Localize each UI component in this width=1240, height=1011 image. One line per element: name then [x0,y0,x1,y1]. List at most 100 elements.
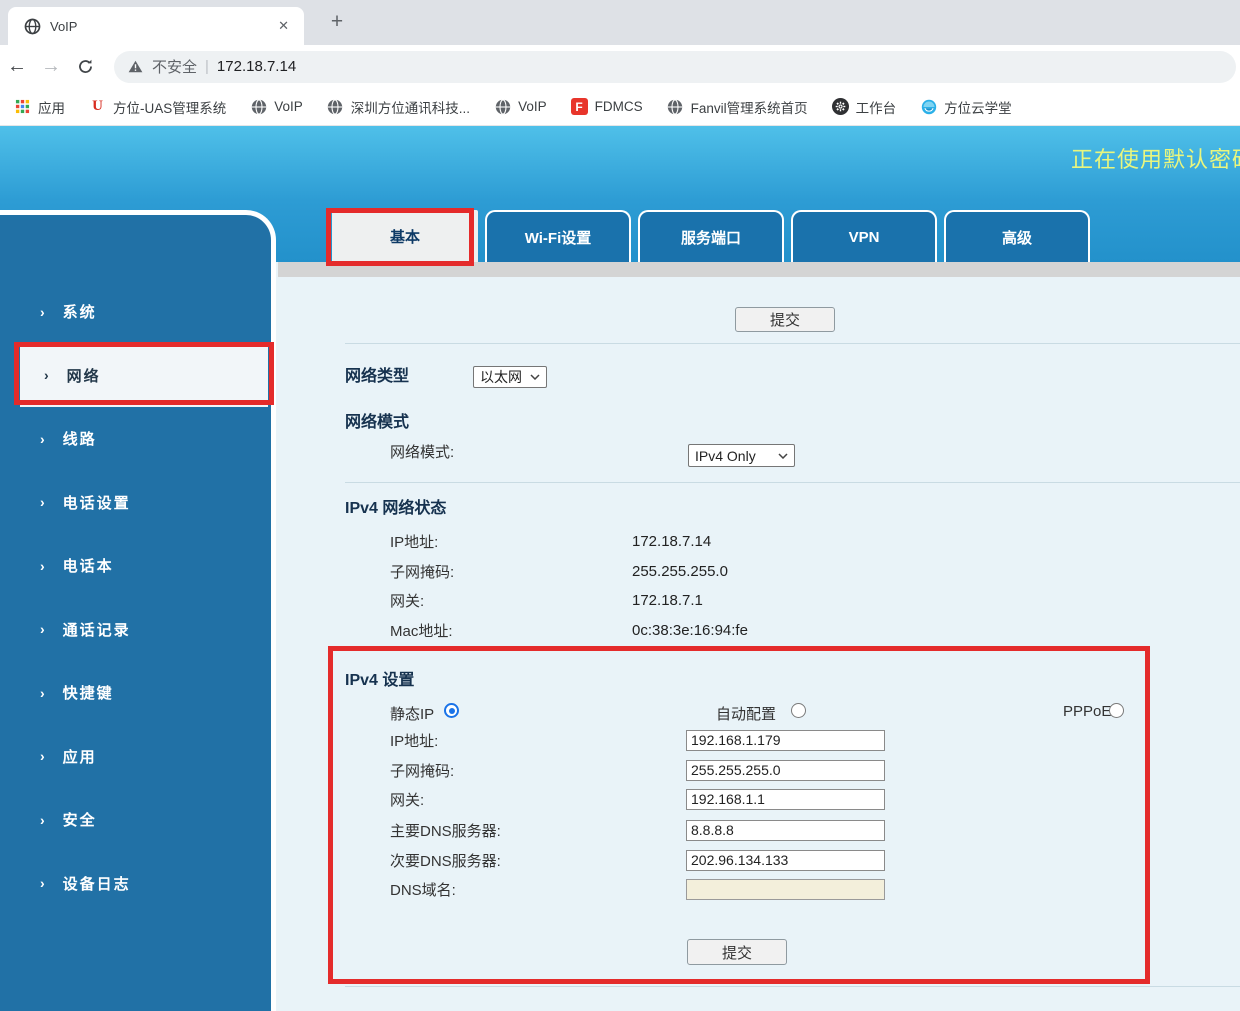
bookmark-label: 工作台 [856,97,897,117]
network-mode-value: IPv4 Only [695,448,756,464]
sidebar-item-label: 应用 [63,746,97,767]
network-type-select[interactable]: 以太网 [473,366,547,388]
sidebar-item-security[interactable]: › 安全 [0,788,271,852]
tab-vpn[interactable]: VPN [791,210,937,262]
pppoe-radio[interactable] [1109,703,1124,718]
status-row: IP地址: 172.18.7.14 [390,530,711,552]
sidebar-item-label: 系统 [63,301,97,322]
divider [345,343,1240,344]
bookmark-uas[interactable]: U 方位-UAS管理系统 [89,97,226,117]
dns-domain-field-label: DNS域名: [390,879,686,900]
tab-close-icon[interactable]: ✕ [273,16,294,36]
sidebar-item-function-key[interactable]: › 快捷键 [0,661,271,725]
bookmark-voip-2[interactable]: VoIP [494,98,547,115]
browser-tab[interactable]: VoIP ✕ [8,7,304,45]
tab-basic[interactable]: 基本 [332,210,478,262]
globe-icon [494,98,511,115]
dhcp-label: 自动配置 [716,703,776,724]
globe-favicon-icon [24,18,41,35]
sidebar-item-application[interactable]: › 应用 [0,725,271,789]
pppoe-label: PPPoE [1063,703,1111,720]
submit-bottom-button[interactable]: 提交 [687,939,787,965]
gateway-input[interactable] [686,789,885,810]
status-row: 子网掩码: 255.255.255.0 [390,560,728,582]
bookmark-apps[interactable]: 应用 [14,97,65,117]
secondary-dns-field-label: 次要DNS服务器: [390,850,686,871]
chevron-right-icon: › [40,494,47,510]
bookmark-label: FDMCS [595,99,643,114]
ip-address-value: 172.18.7.14 [632,533,711,550]
network-type-value: 以太网 [480,367,522,387]
subnet-mask-input[interactable] [686,760,885,781]
address-bar[interactable]: 不安全 | 172.18.7.14 [114,51,1236,83]
network-mode-label: 网络模式: [390,441,632,462]
tab-advanced[interactable]: 高级 [944,210,1090,262]
settings-tabs: 基本 Wi-Fi设置 服务端口 VPN 高级 [332,210,1090,262]
sidebar-item-label: 安全 [63,809,97,830]
sidebar-item-network[interactable]: › 网络 [20,344,268,408]
gateway-label: 网关: [390,590,632,611]
tab-wifi-settings[interactable]: Wi-Fi设置 [485,210,631,262]
u-icon: U [89,98,106,115]
primary-dns-input[interactable] [686,820,885,841]
sidebar: › 系统 › 网络 › 线路 › 电话设置 › 电话本 › 通话记录 › 快捷键… [0,210,276,1011]
subnet-mask-value: 255.255.255.0 [632,563,728,580]
bookmark-cloud-school[interactable]: 方位云学堂 [920,97,1012,117]
sidebar-item-label: 线路 [63,428,97,449]
ip-address-field-label: IP地址: [390,730,686,751]
subnet-mask-field-label: 子网掩码: [390,760,686,781]
default-password-warning: 正在使用默认密码 [1071,142,1240,174]
sidebar-item-device-log[interactable]: › 设备日志 [0,852,271,916]
sidebar-item-phone-settings[interactable]: › 电话设置 [0,471,271,535]
globe-icon [250,98,267,115]
bookmark-label: 深圳方位通讯科技... [351,97,470,117]
gear-icon [832,98,849,115]
divider [345,986,1240,987]
gateway-value: 172.18.7.1 [632,592,703,609]
bookmark-label: 方位云学堂 [944,97,1012,117]
security-status: 不安全 [152,56,197,77]
dhcp-radio[interactable] [791,703,806,718]
bookmarks-bar: 应用 U 方位-UAS管理系统 VoIP 深圳方位通讯科技... VoIP F [0,88,1240,126]
bookmark-label: Fanvil管理系统首页 [691,97,808,117]
chevron-right-icon: › [40,875,47,891]
submit-top-button[interactable]: 提交 [735,307,835,332]
sidebar-item-line[interactable]: › 线路 [0,407,271,471]
bookmark-label: 应用 [38,97,65,117]
sidebar-item-system[interactable]: › 系统 [0,280,271,344]
mac-address-label: Mac地址: [390,620,632,641]
network-mode-select[interactable]: IPv4 Only [688,444,795,467]
bookmark-szfangwei[interactable]: 深圳方位通讯科技... [327,97,470,117]
tab-service-port[interactable]: 服务端口 [638,210,784,262]
forward-icon[interactable]: → [34,55,68,78]
apps-grid-icon [14,98,31,115]
bookmark-voip-1[interactable]: VoIP [250,98,303,115]
status-row: 网关: 172.18.7.1 [390,589,703,611]
dns-domain-input[interactable] [686,879,885,900]
static-ip-radio[interactable] [444,703,459,718]
browser-chrome: VoIP ✕ + ← → 不安全 | 172.18.7.14 应用 U 方位-U… [0,0,1240,126]
bookmark-fanvil[interactable]: Fanvil管理系统首页 [667,97,808,117]
reload-icon[interactable] [68,58,102,75]
chevron-right-icon: › [40,748,47,764]
secondary-dns-input[interactable] [686,850,885,871]
ipv4-settings-title: IPv4 设置 [345,666,414,690]
ip-address-input[interactable] [686,730,885,751]
static-ip-label: 静态IP [390,703,434,724]
annotation-box-ipv4-settings [328,646,1150,984]
sidebar-item-phonebook[interactable]: › 电话本 [0,534,271,598]
gateway-field-label: 网关: [390,789,686,810]
bookmark-label: 方位-UAS管理系统 [113,97,226,117]
back-icon[interactable]: ← [0,55,34,78]
sidebar-item-call-log[interactable]: › 通话记录 [0,598,271,662]
new-tab-button[interactable]: + [322,8,352,38]
bookmark-fdmcs[interactable]: F FDMCS [571,98,643,115]
ipv4-status-title: IPv4 网络状态 [345,494,446,518]
sidebar-item-label: 电话设置 [63,492,131,513]
bookmark-workbench[interactable]: 工作台 [832,97,897,117]
primary-dns-field-label: 主要DNS服务器: [390,820,686,841]
ip-address-label: IP地址: [390,531,632,552]
sidebar-item-label: 快捷键 [63,682,114,703]
sidebar-item-label: 网络 [67,365,101,386]
form-row: DNS域名: [390,878,885,900]
